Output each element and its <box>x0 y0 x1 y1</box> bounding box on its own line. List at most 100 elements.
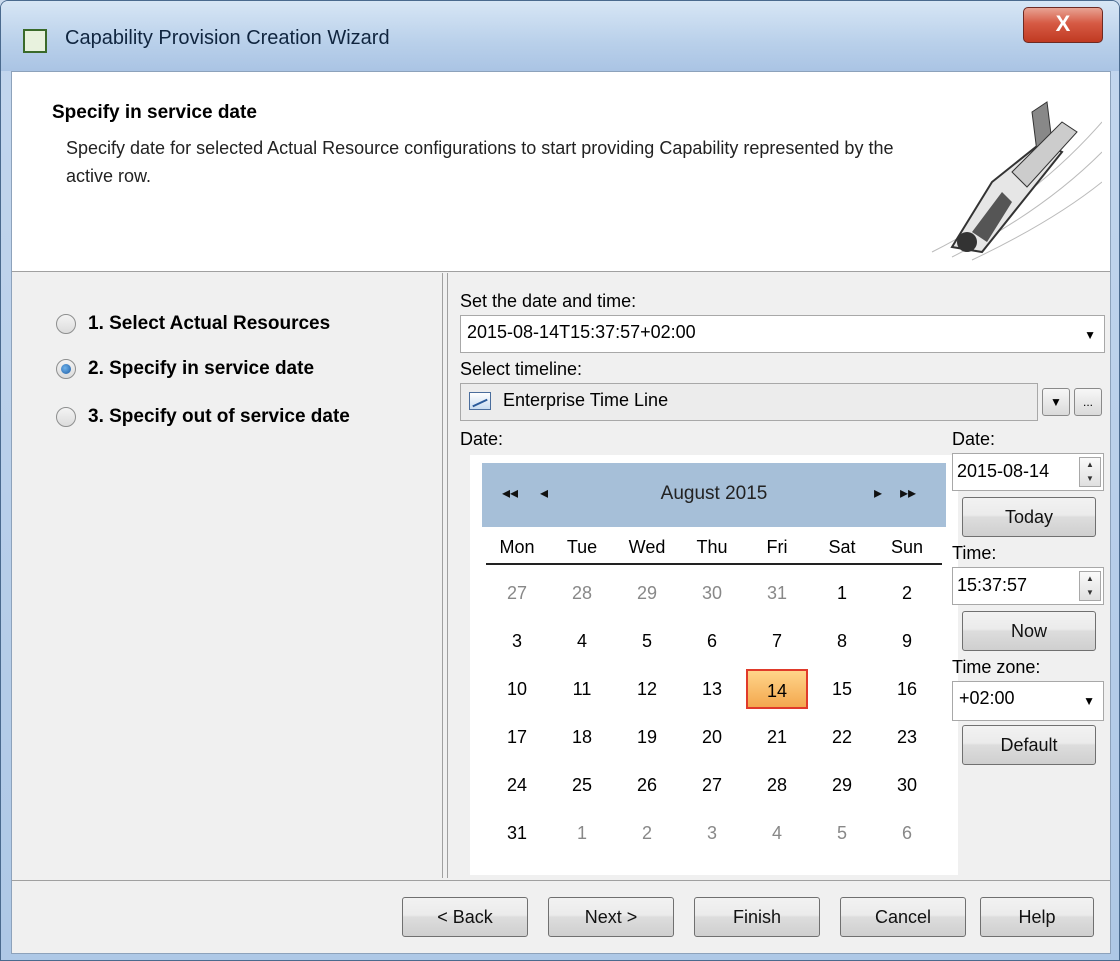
wizard-footer: < Back Next > Finish Cancel Help <box>12 880 1110 953</box>
weekday-header: Wed <box>628 537 666 557</box>
close-button[interactable]: X <box>1023 7 1103 43</box>
calendar-day[interactable]: 4 <box>746 813 808 853</box>
weekday-header: Fri <box>766 537 788 557</box>
calendar-day[interactable]: 31 <box>746 573 808 613</box>
next-month-button[interactable]: ▸ <box>874 483 882 503</box>
calendar-day[interactable]: 1 <box>551 813 613 853</box>
calendar-day[interactable]: 6 <box>681 621 743 661</box>
calendar-day[interactable]: 3 <box>486 621 548 661</box>
spinner-arrows-icon[interactable]: ▲ ▼ <box>1079 457 1101 487</box>
calendar-day[interactable]: 29 <box>616 573 678 613</box>
calendar-day[interactable]: 30 <box>681 573 743 613</box>
calendar-day[interactable]: 16 <box>876 669 938 709</box>
calendar-day[interactable]: 5 <box>616 621 678 661</box>
step-label: 2. Specify in service date <box>88 358 315 379</box>
date-spinner[interactable]: 2015-08-14 ▲ ▼ <box>952 453 1104 491</box>
page-title: Specify in service date <box>52 102 257 123</box>
timezone-value: +02:00 <box>959 688 1015 708</box>
next-button[interactable]: Next > <box>548 897 674 937</box>
timeline-icon <box>469 392 491 410</box>
step-radio[interactable] <box>56 314 76 334</box>
calendar-day[interactable]: 8 <box>811 621 873 661</box>
calendar-day[interactable]: 18 <box>551 717 613 757</box>
calendar-day[interactable]: 27 <box>681 765 743 805</box>
chevron-down-icon[interactable]: ▼ <box>1083 694 1095 708</box>
step-specify-in-service-date[interactable]: 2. Specify in service date <box>56 358 314 380</box>
wizard-window: Capability Provision Creation Wizard X S… <box>0 0 1120 961</box>
calendar-day[interactable]: 4 <box>551 621 613 661</box>
next-year-button[interactable]: ▸▸ <box>900 483 916 503</box>
calendar-day[interactable]: 31 <box>486 813 548 853</box>
calendar-day[interactable]: 28 <box>746 765 808 805</box>
calendar-day[interactable]: 20 <box>681 717 743 757</box>
calendar-day[interactable]: 30 <box>876 765 938 805</box>
calendar-day[interactable]: 21 <box>746 717 808 757</box>
calendar-day[interactable]: 13 <box>681 669 743 709</box>
calendar-day[interactable]: 19 <box>616 717 678 757</box>
calendar-day[interactable]: 12 <box>616 669 678 709</box>
calendar-day[interactable]: 6 <box>876 813 938 853</box>
calendar-day[interactable]: 1 <box>811 573 873 613</box>
today-button[interactable]: Today <box>962 497 1096 537</box>
weekday-header: Tue <box>566 537 598 557</box>
weekday-header: Thu <box>696 537 728 557</box>
timeline-browse-button[interactable]: ... <box>1074 388 1102 416</box>
calendar-day[interactable]: 7 <box>746 621 808 661</box>
step-specify-out-of-service-date[interactable]: 3. Specify out of service date <box>56 406 350 428</box>
step-label: 3. Specify out of service date <box>88 406 350 427</box>
calendar-day[interactable]: 27 <box>486 573 548 613</box>
finish-button[interactable]: Finish <box>694 897 820 937</box>
calendar-day-selected[interactable]: 14 <box>746 669 808 709</box>
step-radio[interactable] <box>56 407 76 427</box>
calendar-day[interactable]: 9 <box>876 621 938 661</box>
calendar-day[interactable]: 10 <box>486 669 548 709</box>
weekday-divider <box>486 563 942 565</box>
weekday-header: Mon <box>499 537 535 557</box>
calendar-day[interactable]: 2 <box>876 573 938 613</box>
chevron-down-icon[interactable]: ▼ <box>1084 328 1096 342</box>
now-button[interactable]: Now <box>962 611 1096 651</box>
help-button[interactable]: Help <box>980 897 1094 937</box>
calendar-day[interactable]: 2 <box>616 813 678 853</box>
calendar-day[interactable]: 23 <box>876 717 938 757</box>
window-title: Capability Provision Creation Wizard <box>65 27 390 49</box>
calendar-day[interactable]: 25 <box>551 765 613 805</box>
spinner-arrows-icon[interactable]: ▲ ▼ <box>1079 571 1101 601</box>
time-spinner-value: 15:37:57 <box>957 575 1028 595</box>
calendar-day[interactable]: 15 <box>811 669 873 709</box>
calendar-day[interactable]: 26 <box>616 765 678 805</box>
default-button[interactable]: Default <box>962 725 1096 765</box>
date-panel: Set the date and time: 2015-08-14T15:37:… <box>452 273 1110 878</box>
weekday-header: Sat <box>828 537 856 557</box>
timeline-dropdown-button[interactable]: ▼ <box>1042 388 1070 416</box>
step-label: 1. Select Actual Resources <box>88 313 331 334</box>
app-icon <box>23 29 47 53</box>
space-shuttle-illustration <box>931 101 1102 261</box>
date-spinner-value: 2015-08-14 <box>957 461 1050 481</box>
calendar-day[interactable]: 5 <box>811 813 873 853</box>
time-label: Time: <box>952 543 997 563</box>
datetime-combo[interactable]: 2015-08-14T15:37:57+02:00 ▼ <box>460 315 1105 353</box>
calendar-day[interactable]: 11 <box>551 669 613 709</box>
calendar-day[interactable]: 22 <box>811 717 873 757</box>
timeline-label: Select timeline: <box>460 359 583 379</box>
steps-panel: 1. Select Actual Resources 2. Specify in… <box>12 273 442 878</box>
calendar-day[interactable]: 29 <box>811 765 873 805</box>
step-select-actual-resources[interactable]: 1. Select Actual Resources <box>56 313 330 335</box>
panel-splitter[interactable] <box>442 273 448 878</box>
wizard-header: Specify in service date Specify date for… <box>12 72 1110 272</box>
calendar-day[interactable]: 28 <box>551 573 613 613</box>
page-description: Specify date for selected Actual Resourc… <box>66 138 894 186</box>
date-spinner-label: Date: <box>952 429 996 449</box>
calendar-day[interactable]: 17 <box>486 717 548 757</box>
weekday-header: Sun <box>890 537 924 557</box>
cancel-button[interactable]: Cancel <box>840 897 966 937</box>
datetime-label: Set the date and time: <box>460 291 637 311</box>
step-radio-checked[interactable] <box>56 359 76 379</box>
timeline-combo[interactable]: Enterprise Time Line <box>460 383 1038 421</box>
timezone-combo[interactable]: +02:00 ▼ <box>952 681 1104 721</box>
calendar-day[interactable]: 3 <box>681 813 743 853</box>
back-button[interactable]: < Back <box>402 897 528 937</box>
time-spinner[interactable]: 15:37:57 ▲ ▼ <box>952 567 1104 605</box>
calendar-day[interactable]: 24 <box>486 765 548 805</box>
